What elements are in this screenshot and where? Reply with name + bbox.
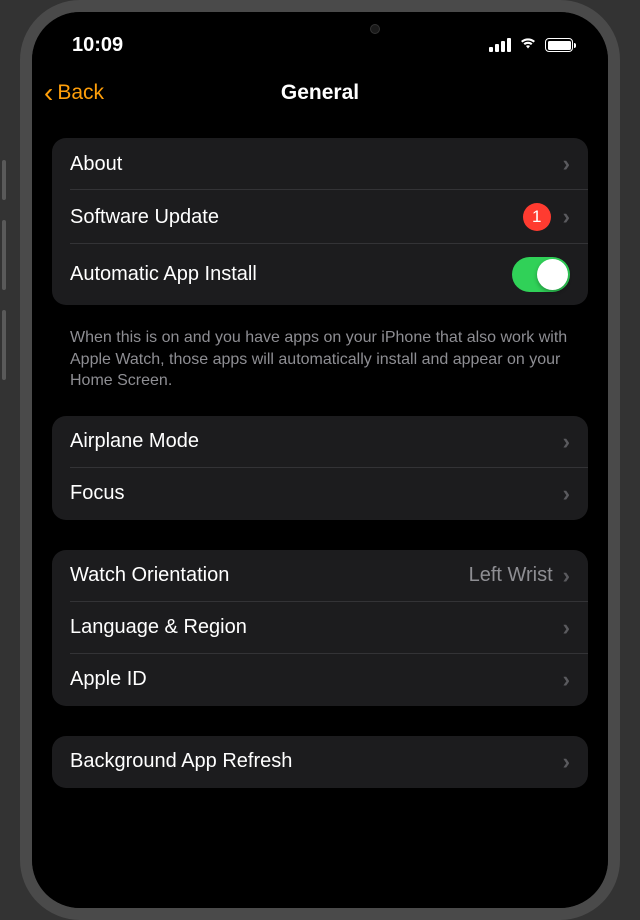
settings-group-device: Watch Orientation Left Wrist › Language …	[52, 550, 588, 706]
chevron-right-icon: ›	[563, 667, 570, 693]
nav-bar: ‹ Back General	[32, 62, 608, 120]
settings-group-modes: Airplane Mode › Focus ›	[52, 416, 588, 520]
toggle-automatic-app-install[interactable]	[512, 257, 570, 292]
chevron-left-icon: ‹	[44, 79, 53, 107]
status-time: 10:09	[72, 34, 123, 57]
row-software-update[interactable]: Software Update 1 ›	[52, 190, 588, 244]
row-watch-orientation[interactable]: Watch Orientation Left Wrist ›	[52, 550, 588, 602]
camera-dot	[370, 24, 380, 34]
row-label: Apple ID	[70, 668, 563, 691]
settings-group-background: Background App Refresh ›	[52, 736, 588, 788]
row-focus[interactable]: Focus ›	[52, 468, 588, 520]
screen: 10:09 ‹	[32, 12, 608, 908]
back-button[interactable]: ‹ Back	[44, 79, 104, 107]
back-label: Back	[57, 81, 104, 105]
battery-icon	[545, 38, 576, 52]
row-label: Background App Refresh	[70, 750, 563, 773]
row-label: Airplane Mode	[70, 430, 563, 453]
cellular-signal-icon	[489, 38, 511, 52]
phone-frame: 10:09 ‹	[20, 0, 620, 920]
row-about[interactable]: About ›	[52, 138, 588, 190]
row-automatic-app-install[interactable]: Automatic App Install	[52, 244, 588, 305]
page-title: General	[281, 81, 359, 105]
wifi-icon	[518, 35, 538, 55]
status-icons	[489, 35, 576, 55]
chevron-right-icon: ›	[563, 749, 570, 775]
chevron-right-icon: ›	[563, 563, 570, 589]
notification-badge: 1	[523, 203, 551, 231]
chevron-right-icon: ›	[563, 204, 570, 230]
row-airplane-mode[interactable]: Airplane Mode ›	[52, 416, 588, 468]
chevron-right-icon: ›	[563, 481, 570, 507]
row-value: Left Wrist	[469, 564, 553, 587]
row-label: Watch Orientation	[70, 564, 469, 587]
chevron-right-icon: ›	[563, 429, 570, 455]
group-footer-text: When this is on and you have apps on you…	[52, 317, 588, 416]
row-apple-id[interactable]: Apple ID ›	[52, 654, 588, 706]
chevron-right-icon: ›	[563, 615, 570, 641]
chevron-right-icon: ›	[563, 151, 570, 177]
row-label: About	[70, 153, 563, 176]
settings-content: About › Software Update 1 › Automatic Ap…	[32, 120, 608, 818]
settings-group-general: About › Software Update 1 › Automatic Ap…	[52, 138, 588, 305]
row-background-app-refresh[interactable]: Background App Refresh ›	[52, 736, 588, 788]
row-language-region[interactable]: Language & Region ›	[52, 602, 588, 654]
row-label: Language & Region	[70, 616, 563, 639]
row-label: Software Update	[70, 206, 523, 229]
row-label: Automatic App Install	[70, 263, 512, 286]
row-label: Focus	[70, 482, 563, 505]
notch	[210, 12, 430, 46]
toggle-knob	[537, 259, 568, 290]
